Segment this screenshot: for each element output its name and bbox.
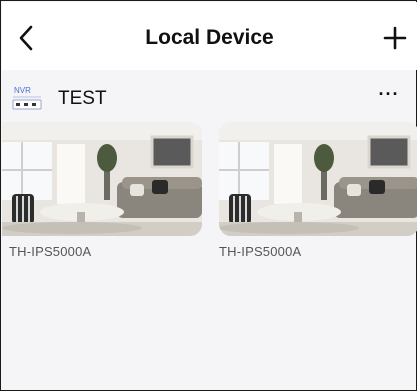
channel-thumbnail[interactable] (2, 122, 202, 236)
channel-tile[interactable]: TH-IPS5000A (2, 122, 202, 259)
header-bar: Local Device (2, 2, 417, 70)
living-room-preview-image (2, 122, 202, 236)
channel-label: TH-IPS5000A (9, 244, 92, 259)
channel-label: TH-IPS5000A (219, 244, 302, 259)
device-name: TEST (58, 88, 107, 109)
channel-thumbnail[interactable] (219, 122, 417, 236)
nvr-icon: NVR (12, 86, 42, 110)
living-room-preview-image (219, 122, 417, 236)
more-options-button[interactable]: ··· (375, 84, 403, 108)
app-screen: Local Device NVR TEST ··· TH-IPS5000A TH… (0, 0, 417, 391)
add-device-button[interactable] (379, 22, 411, 54)
channel-tile[interactable]: TH-IPS5000A (219, 122, 417, 259)
device-row[interactable]: NVR TEST ··· (2, 74, 417, 122)
svg-text:NVR: NVR (14, 86, 31, 95)
plus-icon (383, 26, 407, 50)
page-title: Local Device (145, 26, 274, 49)
